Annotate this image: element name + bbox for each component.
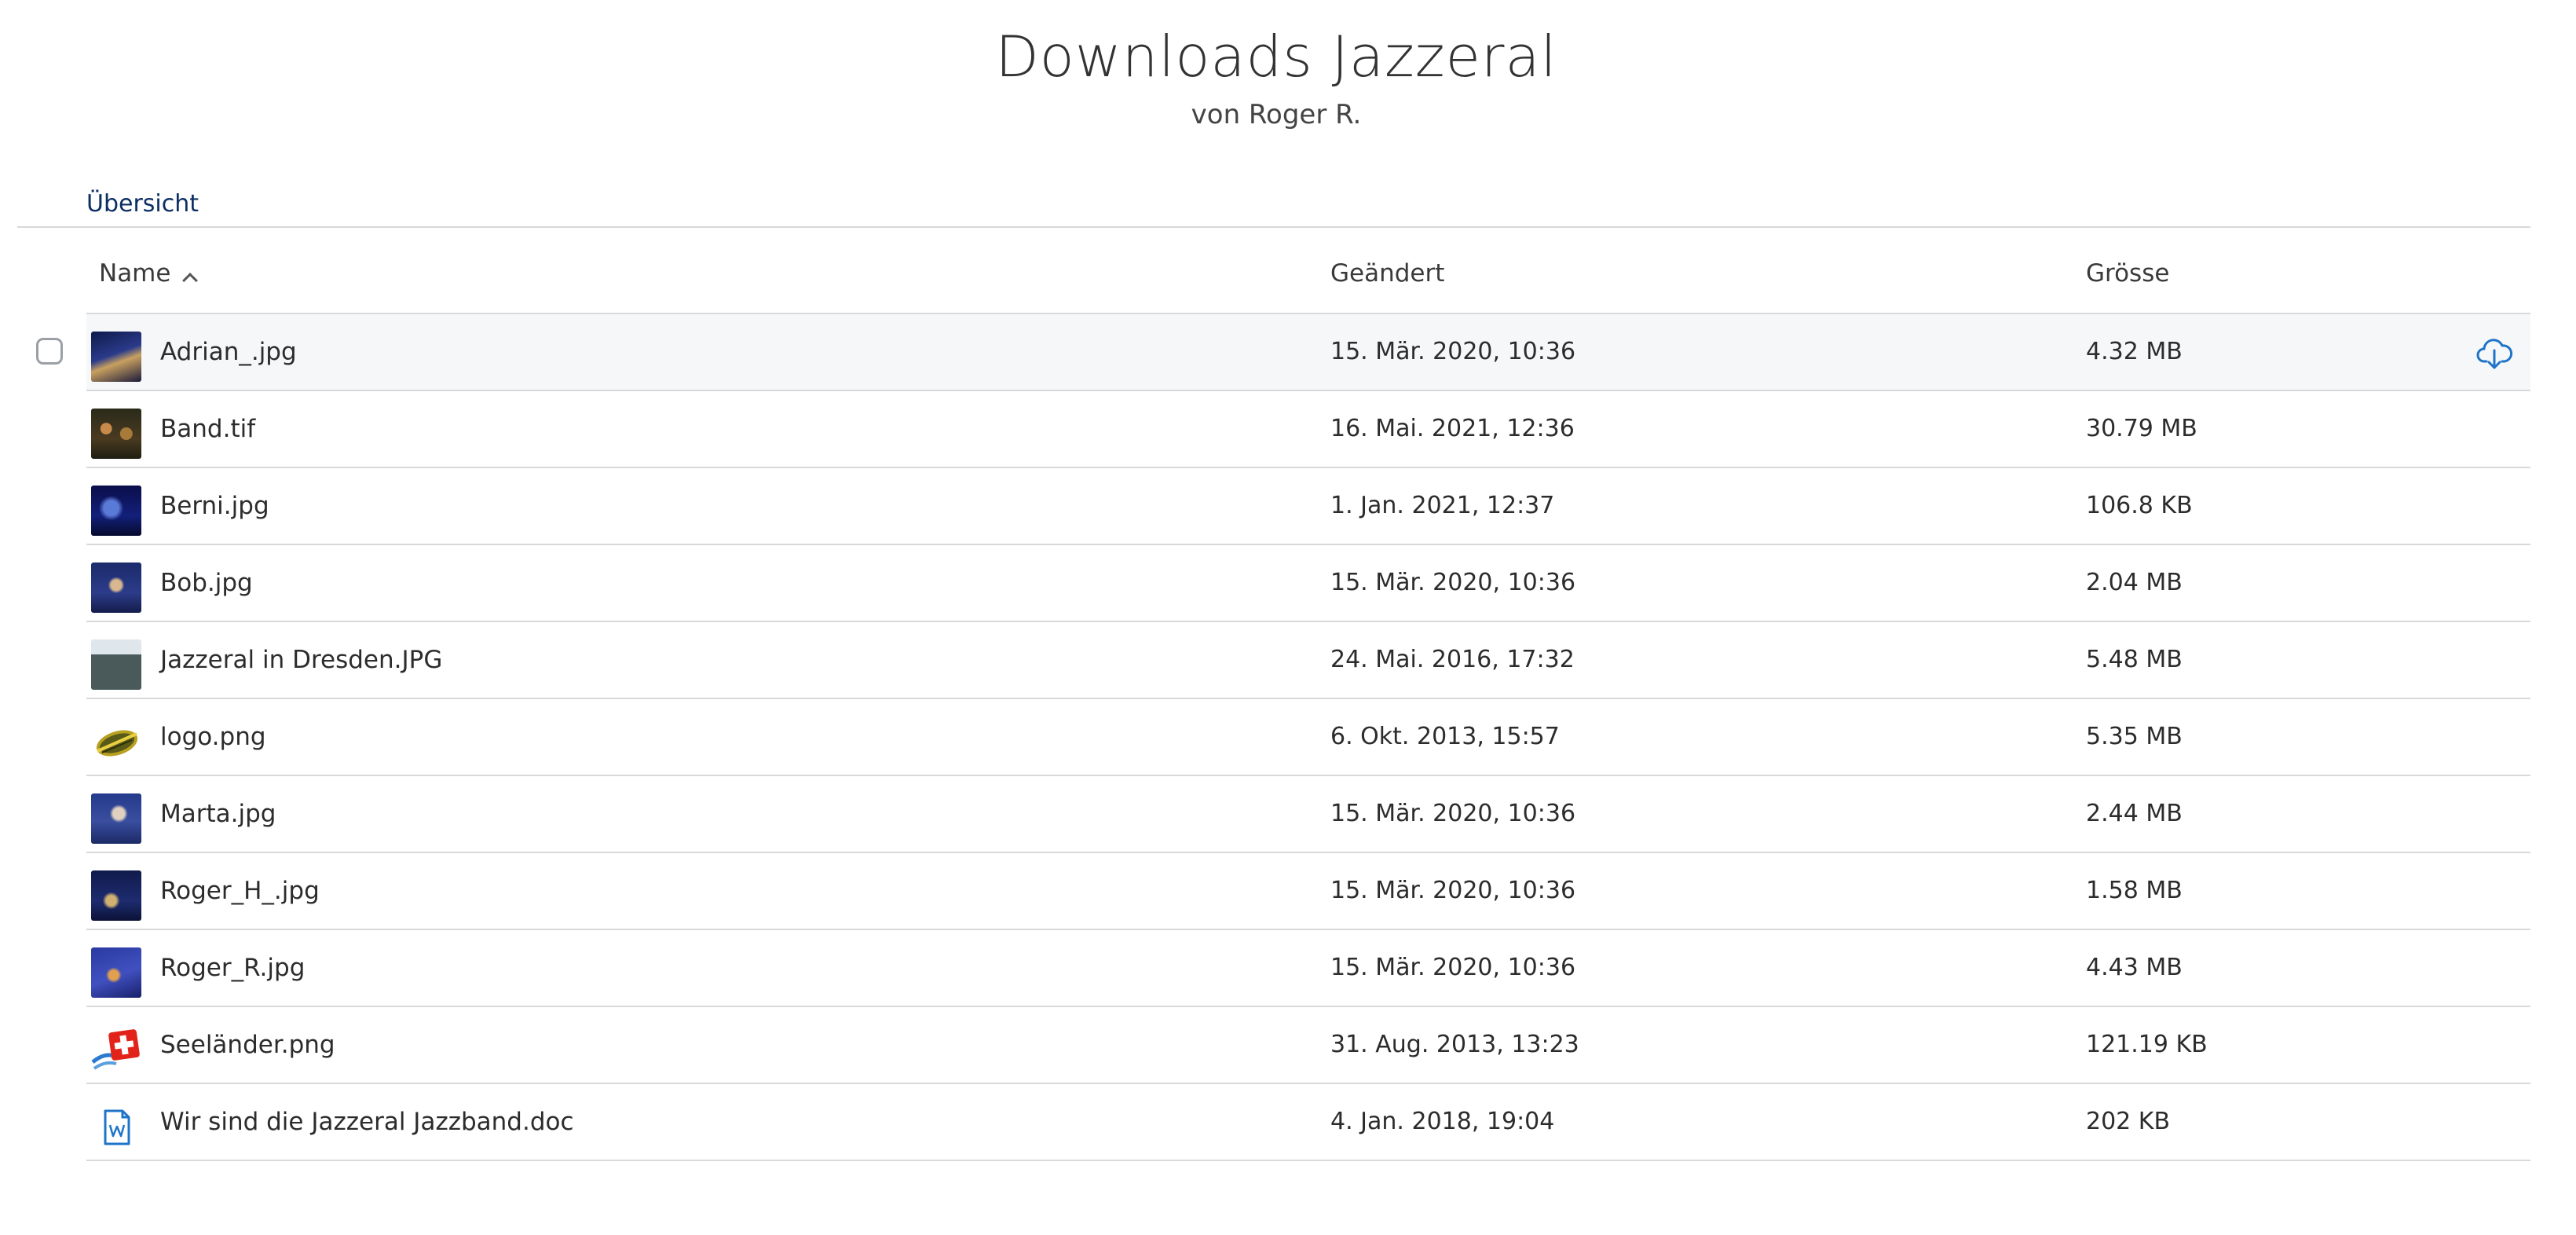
file-row[interactable]: logo.png 6. Okt. 2013, 15:57 5.35 MB <box>86 699 2530 776</box>
column-header-changed[interactable]: Geändert <box>1330 259 1444 288</box>
file-name[interactable]: Wir sind die Jazzeral Jazzband.doc <box>160 1108 574 1136</box>
file-thumbnail <box>91 486 141 536</box>
file-name[interactable]: Seeländer.png <box>160 1031 335 1059</box>
file-row[interactable]: Bob.jpg 15. Mär. 2020, 10:36 2.04 MB <box>86 545 2530 622</box>
file-thumbnail <box>91 947 141 998</box>
file-size: 1.58 MB <box>2086 877 2183 904</box>
file-date: 16. Mai. 2021, 12:36 <box>1330 415 1575 442</box>
file-date: 6. Okt. 2013, 15:57 <box>1330 723 1560 750</box>
file-thumbnail <box>91 870 141 921</box>
file-name[interactable]: Band.tif <box>160 415 255 443</box>
file-row[interactable]: Roger_R.jpg 15. Mär. 2020, 10:36 4.43 MB <box>86 930 2530 1007</box>
page-title: Downloads Jazzeral <box>995 24 1557 90</box>
file-size: 121.19 KB <box>2086 1031 2208 1058</box>
column-header-name[interactable]: Name <box>99 259 199 288</box>
file-size: 106.8 KB <box>2086 492 2193 519</box>
file-date: 15. Mär. 2020, 10:36 <box>1330 569 1576 596</box>
swiss-flag-icon <box>91 1024 141 1075</box>
file-size: 5.48 MB <box>2086 646 2183 673</box>
file-size: 4.32 MB <box>2086 338 2183 365</box>
file-thumbnail <box>91 793 141 844</box>
file-thumbnail <box>91 563 141 613</box>
file-thumbnail <box>91 409 141 459</box>
download-share-page: Downloads Jazzeral von Roger R. Übersich… <box>0 0 2576 1235</box>
file-name[interactable]: Berni.jpg <box>160 492 269 520</box>
file-name[interactable]: logo.png <box>160 723 266 751</box>
file-row[interactable]: Marta.jpg 15. Mär. 2020, 10:36 2.44 MB <box>86 776 2530 853</box>
file-row[interactable]: Roger_H_.jpg 15. Mär. 2020, 10:36 1.58 M… <box>86 853 2530 930</box>
logo-icon <box>91 716 141 767</box>
file-size: 4.43 MB <box>2086 954 2183 981</box>
column-header-name-label: Name <box>99 259 171 288</box>
file-thumbnail <box>91 332 141 382</box>
file-name[interactable]: Bob.jpg <box>160 569 253 597</box>
page-subtitle: von Roger R. <box>1191 99 1362 130</box>
file-row[interactable]: Adrian_.jpg 15. Mär. 2020, 10:36 4.32 MB <box>86 314 2530 391</box>
cloud-download-icon[interactable] <box>2475 335 2513 372</box>
file-date: 15. Mär. 2020, 10:36 <box>1330 954 1576 981</box>
file-date: 15. Mär. 2020, 10:36 <box>1330 800 1576 827</box>
file-date: 4. Jan. 2018, 19:04 <box>1330 1108 1555 1135</box>
file-size: 2.04 MB <box>2086 569 2183 596</box>
file-size: 30.79 MB <box>2086 415 2197 442</box>
file-row[interactable]: Jazzeral in Dresden.JPG 24. Mai. 2016, 1… <box>86 622 2530 699</box>
file-row[interactable]: Seeländer.png 31. Aug. 2013, 13:23 121.1… <box>86 1007 2530 1084</box>
file-thumbnail <box>91 639 141 690</box>
file-row[interactable]: Wir sind die Jazzeral Jazzband.doc 4. Ja… <box>86 1084 2530 1161</box>
file-size: 2.44 MB <box>2086 800 2183 827</box>
file-date: 1. Jan. 2021, 12:37 <box>1330 492 1555 519</box>
file-size: 202 KB <box>2086 1108 2171 1135</box>
file-name[interactable]: Marta.jpg <box>160 800 276 828</box>
file-date: 15. Mär. 2020, 10:36 <box>1330 877 1576 904</box>
file-row[interactable]: Band.tif 16. Mai. 2021, 12:36 30.79 MB <box>86 391 2530 468</box>
row-select-checkbox[interactable] <box>36 338 63 365</box>
file-date: 24. Mai. 2016, 17:32 <box>1330 646 1575 673</box>
chevron-up-icon <box>182 273 199 288</box>
column-header-size[interactable]: Grösse <box>2086 259 2169 288</box>
file-size: 5.35 MB <box>2086 723 2183 750</box>
word-doc-icon <box>91 1101 141 1152</box>
file-name[interactable]: Jazzeral in Dresden.JPG <box>160 646 442 674</box>
file-date: 15. Mär. 2020, 10:36 <box>1330 338 1576 365</box>
file-name[interactable]: Adrian_.jpg <box>160 338 297 366</box>
file-date: 31. Aug. 2013, 13:23 <box>1330 1031 1579 1058</box>
file-name[interactable]: Roger_R.jpg <box>160 954 305 982</box>
file-row[interactable]: Berni.jpg 1. Jan. 2021, 12:37 106.8 KB <box>86 468 2530 545</box>
divider <box>17 226 2530 228</box>
file-name[interactable]: Roger_H_.jpg <box>160 877 320 905</box>
breadcrumb-overview[interactable]: Übersicht <box>86 190 199 218</box>
